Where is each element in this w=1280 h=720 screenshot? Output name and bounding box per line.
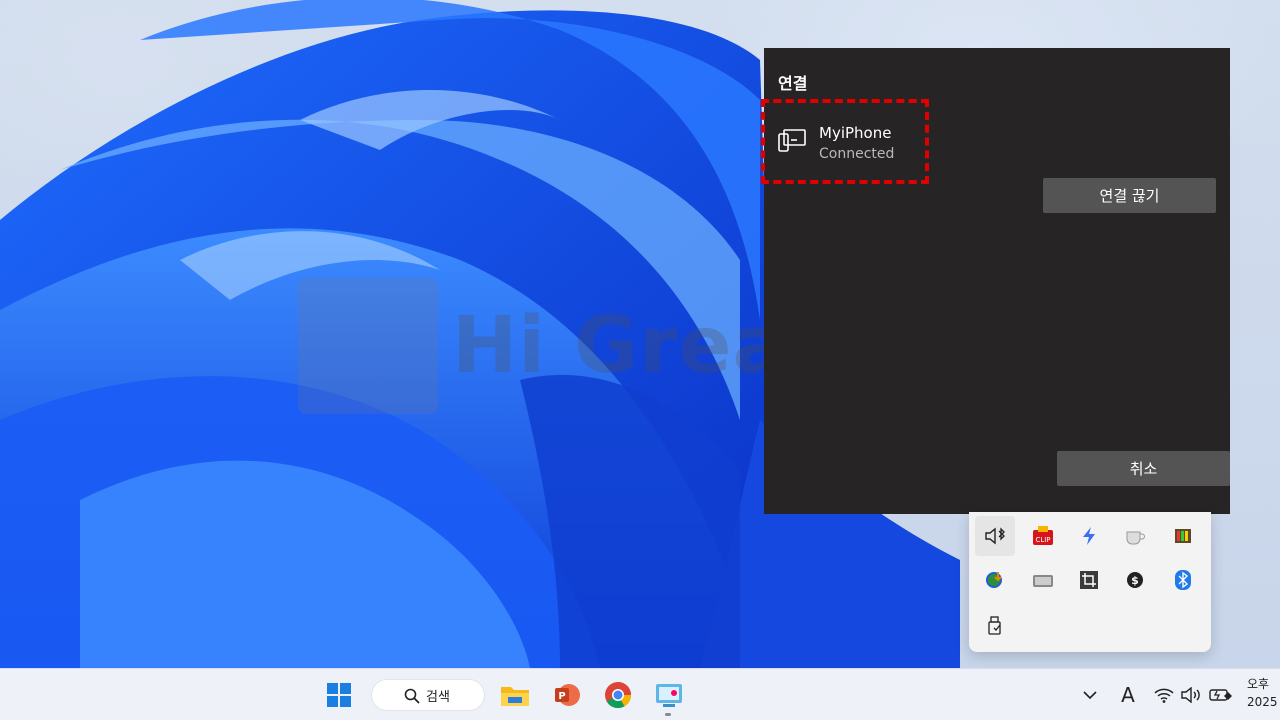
- svg-text:CLIP: CLIP: [1035, 536, 1050, 544]
- device-name: MyiPhone: [819, 124, 892, 142]
- coffee-cup-icon[interactable]: [1115, 516, 1155, 556]
- watermark-logo: [298, 278, 438, 414]
- phone-device-icon: [778, 129, 806, 152]
- crop-tool-icon[interactable]: [1069, 560, 1109, 600]
- chevron-up-icon[interactable]: [1074, 679, 1106, 711]
- usb-drive-icon[interactable]: [975, 606, 1015, 646]
- palette-app-icon[interactable]: [1163, 516, 1203, 556]
- device-item-myiphone[interactable]: MyiPhone Connected: [764, 100, 926, 182]
- wifi-icon[interactable]: [1152, 679, 1176, 711]
- search-box[interactable]: 검색: [371, 679, 485, 711]
- windows-start-icon[interactable]: [321, 677, 357, 713]
- search-label: 검색: [426, 689, 450, 705]
- search-icon: [404, 688, 420, 704]
- powerpoint-icon[interactable]: P: [549, 677, 585, 713]
- file-explorer-icon[interactable]: [497, 677, 533, 713]
- tray-overflow-panel: CLIP $: [969, 512, 1211, 652]
- volume-icon[interactable]: [1180, 679, 1204, 711]
- clock-time: 오후: [1247, 677, 1270, 691]
- bluetooth-icon[interactable]: [1163, 560, 1203, 600]
- lightning-app-icon[interactable]: [1069, 516, 1109, 556]
- system-clock[interactable]: 오후 2025: [1247, 675, 1278, 711]
- speaker-bluetooth-icon[interactable]: [975, 516, 1015, 556]
- keyboard-icon[interactable]: [1023, 560, 1063, 600]
- svg-text:P: P: [558, 691, 565, 702]
- device-status: Connected: [819, 146, 895, 162]
- running-indicator: [665, 713, 671, 716]
- battery-charging-icon[interactable]: [1208, 679, 1234, 711]
- disconnect-button[interactable]: 연결 끊기: [1043, 178, 1216, 213]
- snipping-tool-icon[interactable]: [651, 677, 687, 713]
- taskbar: 검색 P A 오후 2025: [0, 668, 1280, 720]
- clock-date: 2025: [1247, 695, 1278, 709]
- flyout-title: 연결: [778, 74, 808, 93]
- clip-app-icon[interactable]: CLIP: [1023, 516, 1063, 556]
- globe-download-icon[interactable]: [975, 560, 1015, 600]
- connect-flyout: 연결 MyiPhone Connected 연결 끊기 취소: [764, 48, 1230, 514]
- svg-text:$: $: [1131, 574, 1139, 587]
- dollar-gear-icon[interactable]: $: [1115, 560, 1155, 600]
- ime-indicator[interactable]: A: [1114, 679, 1142, 711]
- chrome-icon[interactable]: [600, 677, 636, 713]
- cancel-button[interactable]: 취소: [1057, 451, 1230, 486]
